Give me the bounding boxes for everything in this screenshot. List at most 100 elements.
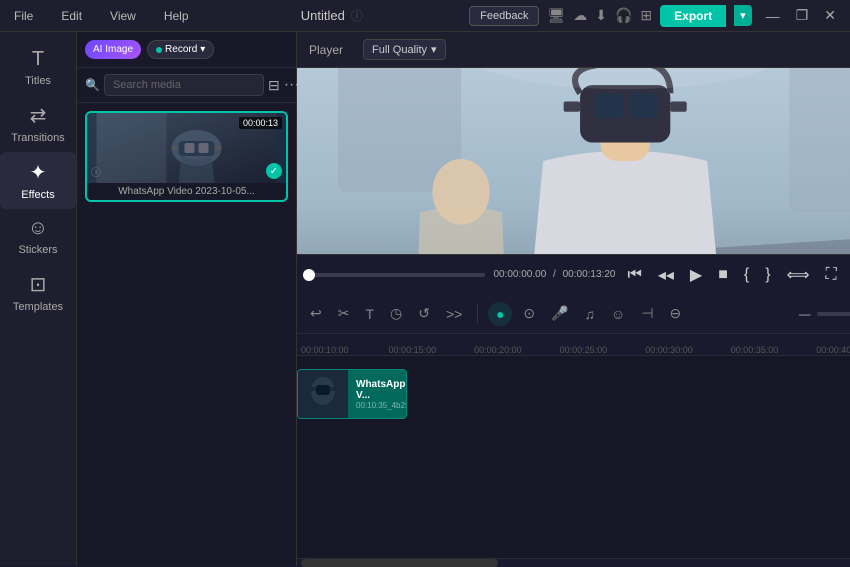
zoom-slider[interactable] <box>817 312 850 316</box>
track-clip-name: WhatsApp V... <box>356 379 407 401</box>
search-icon: 🔍 <box>85 78 100 92</box>
record-button[interactable]: Record ▾ <box>147 40 214 59</box>
tl-split2-button[interactable]: ⊣ <box>636 302 658 325</box>
ruler-mark-2: 00:00:15:00 <box>389 345 437 355</box>
app-title: Untitled <box>301 8 345 23</box>
timeline-tracks: WhatsApp V... 00:10:35_4b2f... <box>297 356 850 558</box>
menu-view[interactable]: View <box>104 7 142 25</box>
search-input[interactable] <box>104 74 264 96</box>
export-dropdown-button[interactable]: ▾ <box>734 5 752 26</box>
video-area <box>297 68 850 254</box>
filter-icon[interactable]: ⊟ <box>268 77 280 94</box>
tl-clock-button[interactable]: ◷ <box>385 302 407 325</box>
record-chevron: ▾ <box>200 44 205 55</box>
media-panel: AI Image Record ▾ 🔍 ⊟ ··· <box>77 32 297 566</box>
media-duration: 00:00:13 <box>239 117 282 129</box>
search-bar: 🔍 ⊟ ··· <box>77 68 296 103</box>
progress-bar[interactable] <box>309 273 485 277</box>
tl-mic-button[interactable]: 🎤 <box>546 302 573 325</box>
minimize-button[interactable]: — <box>760 5 786 26</box>
sidebar-label-effects: Effects <box>21 189 54 201</box>
tl-loop-button[interactable]: ↺ <box>413 302 435 325</box>
zoom-minus-button[interactable]: － <box>797 302 813 326</box>
main-layout: T Titles ⇄ Transitions ✦ Effects ☺ Stick… <box>0 32 850 566</box>
video-frame <box>297 68 850 254</box>
export-button[interactable]: Export <box>660 5 726 27</box>
quality-select[interactable]: Full Quality ▾ <box>363 39 446 60</box>
close-button[interactable]: ✕ <box>818 5 842 26</box>
tl-beat-button[interactable]: ♫ <box>580 303 601 325</box>
sidebar-label-stickers: Stickers <box>18 244 57 256</box>
timeline-ruler: 00:00:10:00 00:00:15:00 00:00:20:00 00:0… <box>297 334 850 356</box>
sidebar-item-effects[interactable]: ✦ Effects <box>0 152 76 209</box>
fullscreen-player-button[interactable]: ⛶ <box>822 264 841 286</box>
tl-cut-button[interactable]: ✂ <box>333 302 355 325</box>
media-selected-check: ✓ <box>266 163 282 179</box>
effects-icon: ✦ <box>30 160 47 185</box>
media-item[interactable]: 00:00:13 ✓ ⓘ WhatsApp Video 2023-10-05..… <box>85 111 288 202</box>
tl-active-button[interactable]: ● <box>488 302 512 326</box>
skip-back-button[interactable]: ⏮ <box>623 264 645 286</box>
stickers-icon: ☺ <box>28 217 48 240</box>
media-panel-header: AI Image Record ▾ <box>77 32 296 68</box>
ruler-mark-5: 00:00:30:00 <box>645 345 693 355</box>
stop-button[interactable]: ■ <box>714 264 732 286</box>
tl-text-button[interactable]: T <box>360 303 379 325</box>
media-info-icon: ⓘ <box>91 164 101 179</box>
progress-thumb[interactable] <box>303 269 315 281</box>
titlebar-right: Feedback 🖥 ☁ ⬇ 🎧 ⊞ Export ▾ — ❐ ✕ <box>469 5 842 27</box>
time-display: 00:00:00.00 / 00:00:13:20 <box>493 269 615 280</box>
media-thumbnail: 00:00:13 ✓ ⓘ <box>87 113 286 183</box>
ruler-mark-4: 00:00:25:00 <box>560 345 608 355</box>
record-label: Record <box>165 44 197 55</box>
trim-out-button[interactable]: } <box>761 264 774 286</box>
tl-remove-button[interactable]: ⊖ <box>665 302 687 325</box>
trim-in-button[interactable]: { <box>740 264 753 286</box>
quality-label: Full Quality <box>372 44 427 56</box>
tl-zoom: － ＋ <box>797 302 850 326</box>
ai-image-button[interactable]: AI Image <box>85 40 141 59</box>
sidebar-item-transitions[interactable]: ⇄ Transitions <box>0 95 76 152</box>
ruler-mark-1: 00:00:10:00 <box>301 345 349 355</box>
menu-help[interactable]: Help <box>158 7 195 25</box>
tl-record-tl-button[interactable]: ⊙ <box>518 302 540 325</box>
tl-undo-button[interactable]: ↩ <box>305 302 327 325</box>
quality-chevron: ▾ <box>431 43 437 56</box>
time-current: 00:00:00.00 <box>493 269 546 280</box>
track-clip[interactable]: WhatsApp V... 00:10:35_4b2f... <box>297 369 407 419</box>
maximize-button[interactable]: ❐ <box>790 5 815 26</box>
sidebar-label-titles: Titles <box>25 75 51 87</box>
track-clip-info: WhatsApp V... 00:10:35_4b2f... <box>348 375 407 414</box>
titlebar: File Edit View Help Untitled ⓘ Feedback … <box>0 0 850 32</box>
timeline-tools: ↩ ✂ T ◷ ↺ >> ● ⊙ 🎤 ♫ ☺ ⊣ ⊖ － ＋ ⚙ <box>297 294 850 334</box>
play-button[interactable]: ▶ <box>686 263 706 287</box>
sidebar-item-templates[interactable]: ⊡ Templates <box>0 264 76 321</box>
ruler-mark-6: 00:00:35:00 <box>731 345 779 355</box>
media-grid: 00:00:13 ✓ ⓘ WhatsApp Video 2023-10-05..… <box>77 103 296 566</box>
record-dot <box>156 47 162 53</box>
time-separator: / <box>553 269 556 280</box>
media-name: WhatsApp Video 2023-10-05... <box>87 183 286 200</box>
download-icon: ⬇ <box>595 7 607 24</box>
track-clip-thumbnail <box>298 370 348 418</box>
ruler-mark-7: 00:00:40:00 <box>816 345 850 355</box>
menu-edit[interactable]: Edit <box>55 7 88 25</box>
sidebar-label-templates: Templates <box>13 301 63 313</box>
menu-file[interactable]: File <box>8 7 39 25</box>
monitor-icon: 🖥 <box>547 7 565 24</box>
tl-sticker-tl-button[interactable]: ☺ <box>606 303 630 325</box>
tl-more-button[interactable]: >> <box>441 303 467 325</box>
frame-back-button[interactable]: ◂◂ <box>654 263 678 287</box>
track-row: WhatsApp V... 00:10:35_4b2f... <box>297 364 850 424</box>
player-controls: 00:00:00.00 / 00:00:13:20 ⏮ ◂◂ ▶ ■ { } ⟺… <box>297 254 850 294</box>
window-controls: — ❐ ✕ <box>760 5 842 26</box>
transitions-icon: ⇄ <box>30 103 47 128</box>
feedback-button[interactable]: Feedback <box>469 6 539 26</box>
track-clip-timecode: 00:10:35_4b2f... <box>356 401 407 410</box>
player-label: Player <box>309 43 343 57</box>
split-button[interactable]: ⟺ <box>783 263 814 287</box>
cloud-icon: ☁ <box>573 7 587 24</box>
sidebar-item-stickers[interactable]: ☺ Stickers <box>0 209 76 264</box>
sidebar-item-titles[interactable]: T Titles <box>0 40 76 95</box>
timeline-scrollbar[interactable] <box>297 558 850 566</box>
